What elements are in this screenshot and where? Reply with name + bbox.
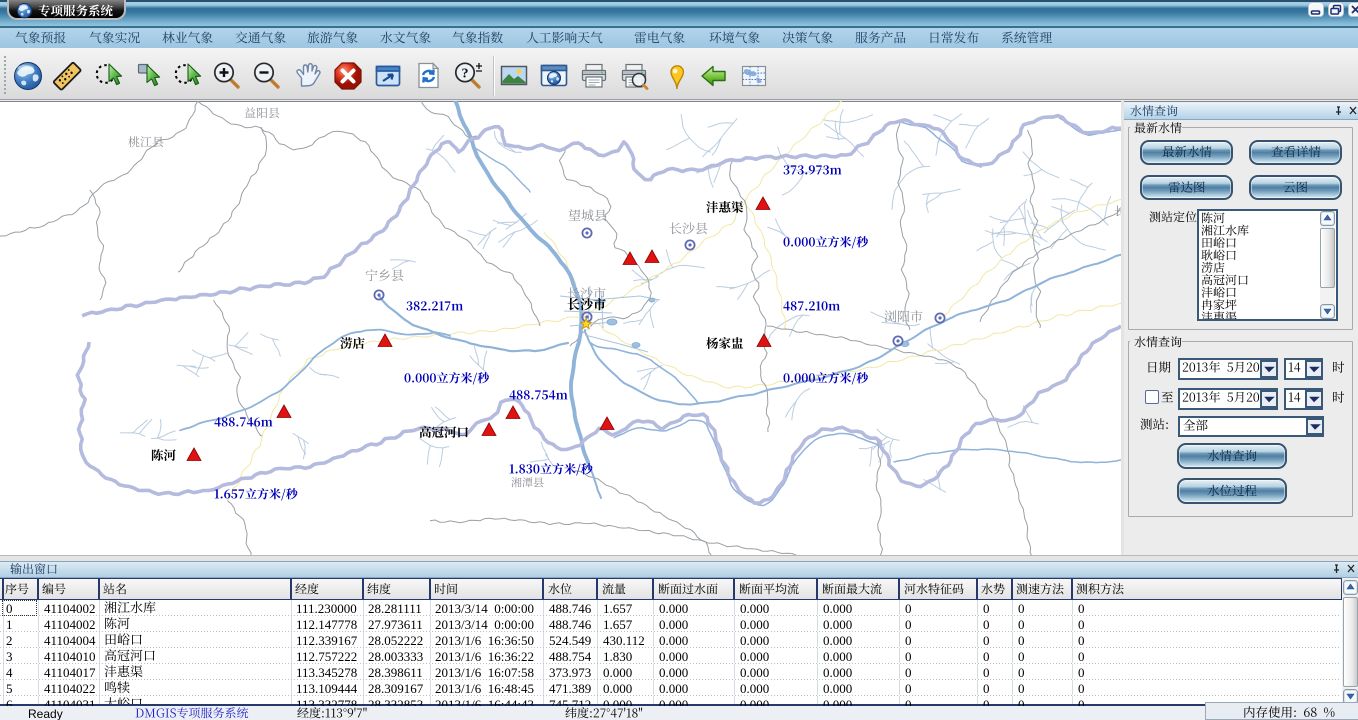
svg-text:?: ? (462, 67, 469, 82)
